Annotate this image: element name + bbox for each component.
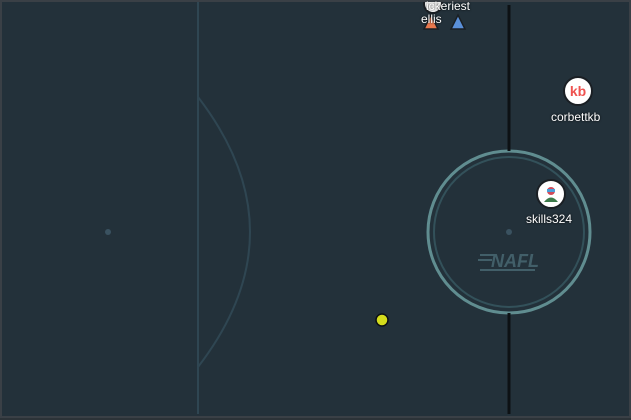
ball[interactable] <box>375 313 389 327</box>
corbettkb-label: corbettkb <box>551 110 601 124</box>
skills324-avatar[interactable] <box>536 179 566 209</box>
corbettkb-avatar-text: kb <box>569 83 587 99</box>
game-field[interactable]: NAFL kb corbettkb skills324 ickeriest el… <box>0 0 631 418</box>
field-markings: NAFL <box>105 2 592 414</box>
center-spot <box>506 229 512 235</box>
ellis-label: ellis <box>421 12 442 26</box>
nafl-logo: NAFL <box>478 251 539 271</box>
ickeriest-cone-icon <box>449 13 467 30</box>
penalty-spot <box>105 229 111 235</box>
logo-text: NAFL <box>491 251 539 271</box>
corbettkb-avatar[interactable]: kb <box>563 76 593 106</box>
skills324-label: skills324 <box>526 212 573 226</box>
person-icon <box>544 187 558 202</box>
penalty-arc <box>197 96 251 368</box>
